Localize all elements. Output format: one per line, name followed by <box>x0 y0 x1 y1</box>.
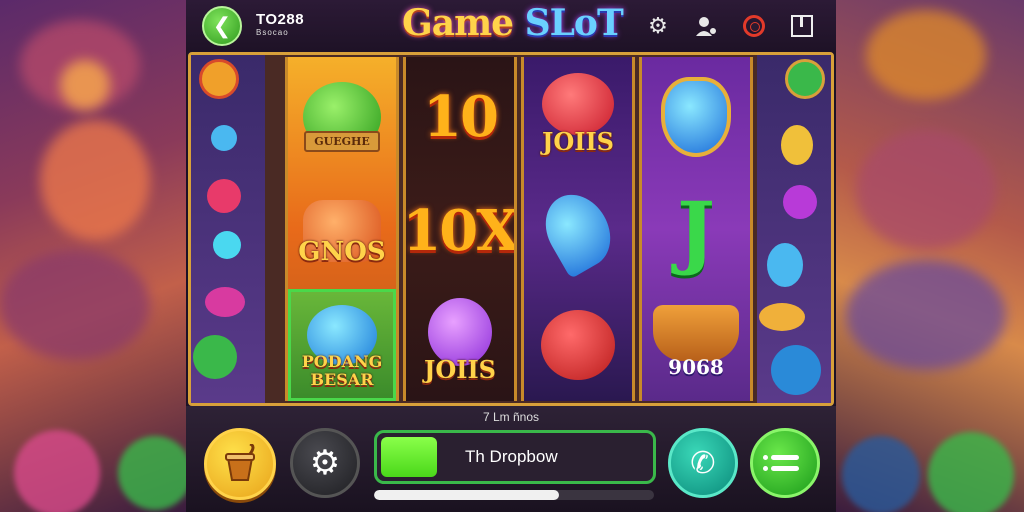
reel-cell <box>524 175 632 287</box>
gear-icon[interactable]: ⚙ <box>644 12 672 40</box>
reel-3: JOIIS <box>521 57 635 401</box>
record-icon[interactable] <box>740 12 768 40</box>
reel-cell <box>524 289 632 401</box>
symbol-label: GNOS <box>298 237 386 267</box>
bottom-bar: 7 Lm ñnos ⚙ Th Dropbow ✆ <box>186 406 836 512</box>
blue-shield-icon <box>661 77 731 157</box>
progress-bar-fill <box>374 490 559 500</box>
reel-cell: JOIIS <box>524 61 632 173</box>
reel-2: 10 10X JOIIS <box>403 57 517 401</box>
game-title-part2: SLoT <box>524 2 624 44</box>
progress-bar <box>374 490 654 500</box>
chevron-left-icon: ❮ <box>212 13 232 39</box>
phone-button[interactable]: ✆ <box>668 428 738 498</box>
menu-button[interactable] <box>750 428 820 498</box>
reel-cell-highlighted: PODANG BESAR <box>288 289 396 401</box>
reel-cell: 10X <box>406 175 514 287</box>
reel-cell: 10 <box>406 61 514 173</box>
green-j-icon: J <box>677 184 715 278</box>
user-icon[interactable] <box>692 12 720 40</box>
spin-bar[interactable]: Th Dropbow <box>374 430 656 484</box>
symbol-label: JOIIS <box>423 355 497 384</box>
gear-icon: ⚙ <box>309 443 341 483</box>
bet-label: 7 Lm ñnos <box>482 410 540 424</box>
symbol-label: GUEGHE <box>304 131 380 152</box>
reels-frame: GUEGHE GNOS PODANG BESAR 10 10X JOIIS JO… <box>188 52 834 406</box>
settings-button[interactable]: ⚙ <box>290 428 360 498</box>
box-icon[interactable] <box>788 12 816 40</box>
reel-4: J 9068 <box>639 57 753 401</box>
reel-cell <box>642 61 750 173</box>
game-title: Game SLoT <box>402 2 624 44</box>
top-icons: ⚙ <box>644 12 816 40</box>
back-button[interactable]: ❮ <box>202 6 242 46</box>
symbol-label: JOIIS <box>541 127 615 156</box>
menu-icon <box>763 455 799 471</box>
blue-leaf-icon <box>533 183 623 279</box>
side-strip-right <box>757 55 831 403</box>
symbol-label: 10X <box>403 198 517 264</box>
reel-cell: GUEGHE <box>288 61 396 173</box>
brand: TO288 Bsocao <box>256 11 305 38</box>
game-title-part1: Game <box>402 2 514 44</box>
reel-cell: GNOS <box>288 175 396 287</box>
side-strip-left <box>191 55 265 403</box>
bucket-button[interactable] <box>204 428 276 500</box>
game-window: ❮ TO288 Bsocao Game SLoT ⚙ GUEGHE GNOS P… <box>186 0 836 512</box>
red-heart-icon <box>542 73 614 135</box>
symbol-label: PODANG BESAR <box>301 352 383 389</box>
symbol-label: 10 <box>423 84 499 150</box>
spin-bar-fill <box>381 437 437 477</box>
bucket-icon <box>225 444 255 481</box>
background-left <box>0 0 186 512</box>
phone-icon: ✆ <box>690 445 716 481</box>
red-apple-icon <box>541 310 615 380</box>
reel-1: GUEGHE GNOS PODANG BESAR <box>285 57 399 401</box>
symbol-label: 9068 <box>668 355 724 379</box>
reel-cell: JOIIS <box>406 289 514 401</box>
reel-cell: 9068 <box>642 289 750 401</box>
fruit-basket-icon <box>653 305 739 361</box>
top-bar: ❮ TO288 Bsocao Game SLoT ⚙ <box>186 0 836 52</box>
reel-cell: J <box>642 175 750 287</box>
brand-name: TO288 <box>256 11 305 28</box>
brand-subtitle: Bsocao <box>256 28 289 37</box>
background-right <box>836 0 1024 512</box>
spin-bar-label: Th Dropbow <box>465 447 558 466</box>
